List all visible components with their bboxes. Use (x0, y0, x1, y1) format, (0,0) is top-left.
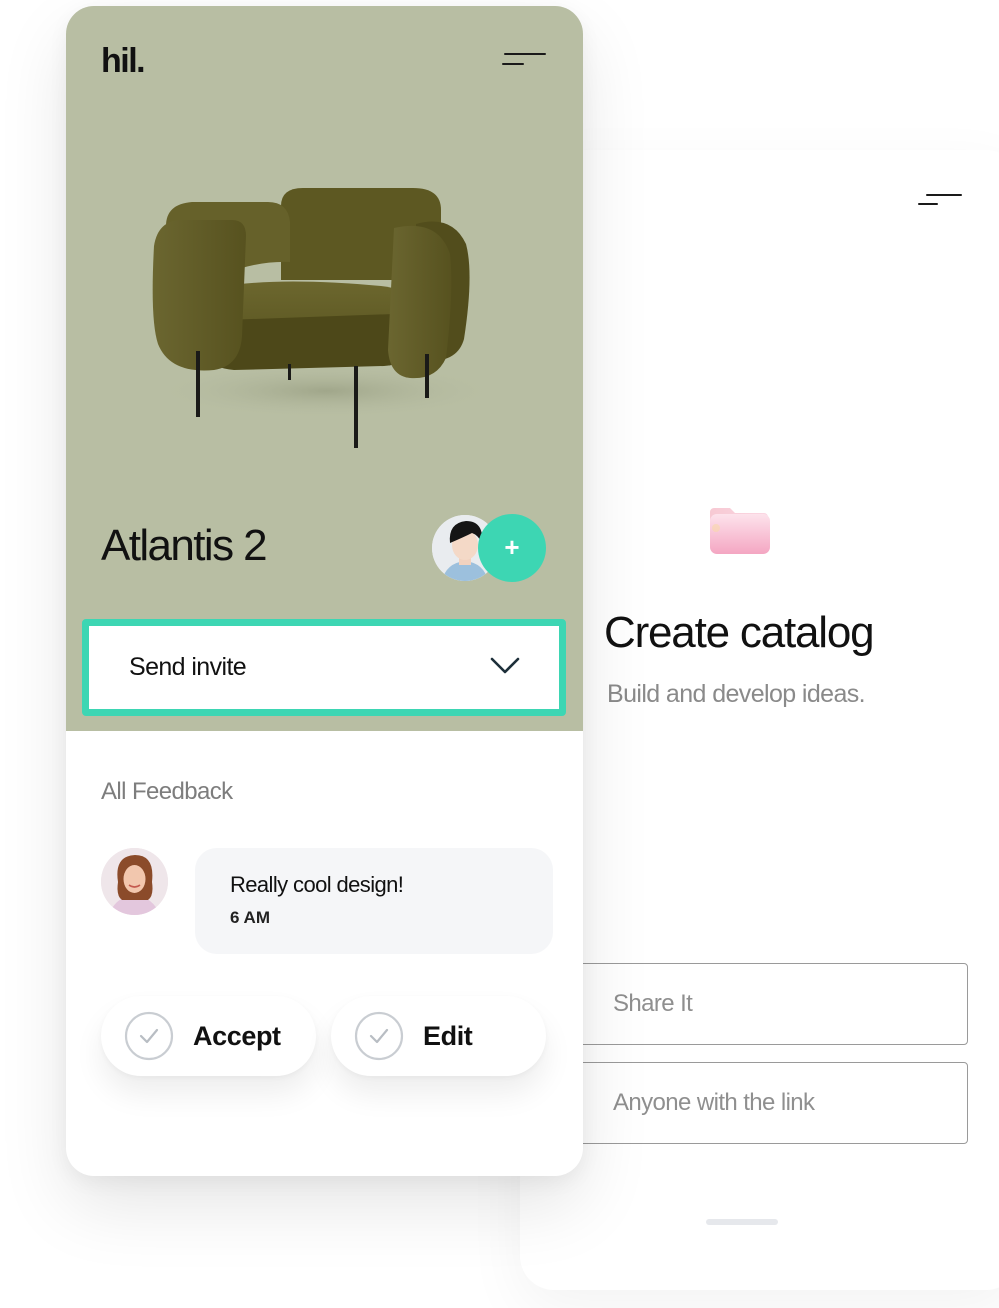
app-canvas: Create catalog Build and develop ideas. … (0, 0, 999, 1308)
armchair-image (151, 188, 501, 448)
link-access-value: Anyone with the link (613, 1089, 815, 1116)
hamburger-menu-icon-line (918, 203, 938, 205)
person-avatar-icon (101, 848, 168, 915)
chevron-down-icon (490, 657, 520, 674)
send-invite-dropdown[interactable]: Send invite (82, 619, 566, 716)
check-circle-icon (354, 1011, 404, 1061)
catalog-subtitle: Build and develop ideas. (607, 680, 866, 708)
check-circle-icon (124, 1011, 174, 1061)
hamburger-menu-icon (926, 194, 962, 196)
product-screen: hil. Atlantis 2 + Send invite All Feedba… (66, 6, 583, 1176)
accept-button[interactable]: Accept (101, 996, 316, 1076)
edit-button[interactable]: Edit (331, 996, 546, 1076)
product-title: Atlantis 2 (101, 521, 268, 570)
comment-timestamp: 6 AM (230, 908, 270, 927)
send-invite-selected-value: Send invite (129, 653, 247, 681)
hamburger-menu-icon-line (502, 63, 524, 65)
product-menu-button[interactable] (498, 50, 548, 72)
folder-icon (710, 508, 770, 554)
brand-logo: hil. (101, 42, 146, 80)
link-access-field[interactable]: Anyone with the link (570, 1062, 968, 1144)
commenter-avatar[interactable] (101, 848, 168, 915)
product-hero: hil. Atlantis 2 + Send invite (66, 6, 583, 731)
catalog-title: Create catalog (604, 608, 875, 657)
catalog-menu-button[interactable] (916, 188, 964, 210)
edit-button-label: Edit (423, 1021, 473, 1051)
comment-bubble: Really cool design! 6 AM (195, 848, 553, 954)
hamburger-menu-icon (504, 53, 546, 55)
feedback-heading: All Feedback (101, 778, 233, 805)
share-it-field[interactable]: Share It (570, 963, 968, 1045)
accept-button-label: Accept (193, 1021, 281, 1051)
add-collaborator-button[interactable]: + (478, 514, 546, 582)
plus-icon: + (504, 532, 520, 562)
home-indicator (706, 1219, 778, 1225)
share-it-placeholder: Share It (613, 990, 693, 1017)
comment-text: Really cool design! (230, 872, 404, 897)
